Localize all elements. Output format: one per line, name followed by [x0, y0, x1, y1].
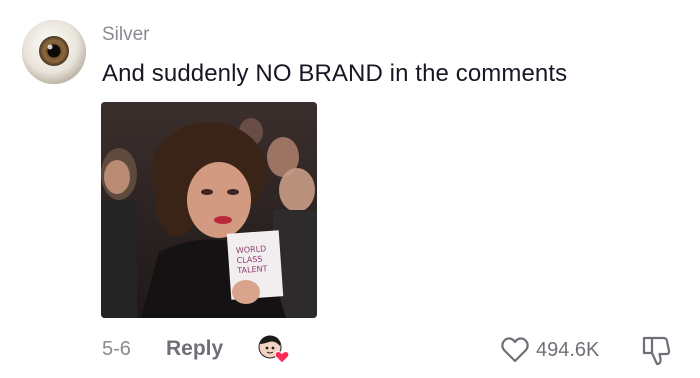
creator-avatar-heart-icon: [257, 334, 291, 364]
eye-avatar-image: [22, 20, 86, 84]
gif-image: WORLD CLASS TALENT: [101, 102, 317, 318]
comment-author[interactable]: Silver: [102, 24, 150, 46]
comment-gif[interactable]: WORLD CLASS TALENT: [101, 102, 317, 318]
heart-outline-icon: [501, 337, 529, 363]
thumbs-down-icon: [642, 336, 671, 366]
reply-button[interactable]: Reply: [166, 337, 223, 361]
like-count: 494.6K: [536, 338, 600, 361]
user-avatar[interactable]: [22, 20, 86, 84]
dislike-button[interactable]: [638, 332, 674, 368]
comment-date: 5-6: [102, 338, 131, 360]
comment-text: And suddenly NO BRAND in the comments: [102, 60, 568, 87]
like-button[interactable]: 494.6K: [500, 334, 599, 366]
svg-text:CLASS: CLASS: [236, 254, 262, 265]
